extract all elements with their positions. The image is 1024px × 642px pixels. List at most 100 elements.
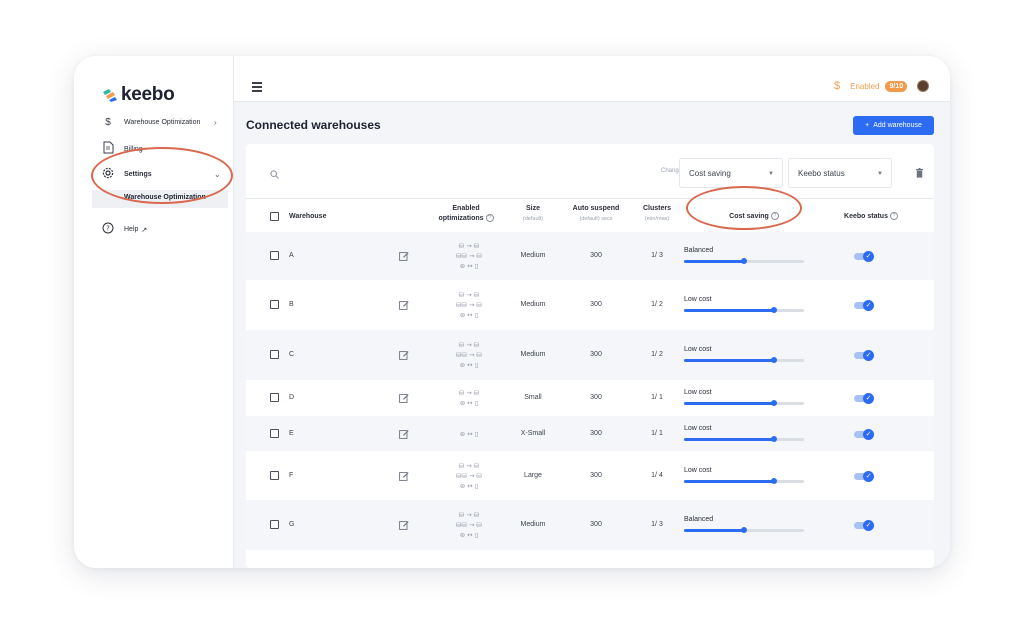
table-row[interactable]: B ⛁ → ⛁ ⛁⛁ → ⛁ ⊜ ↔ ▯ Medium 300 1/ 2 Low c… <box>246 280 934 330</box>
edit-icon[interactable] <box>399 300 409 310</box>
row-checkbox[interactable] <box>270 251 279 260</box>
warehouse-name: E <box>289 429 294 437</box>
header-clusters[interactable]: Clusters (min/max) <box>634 204 680 224</box>
enabled-count-badge: 9/10 <box>885 80 908 92</box>
cost-saving-slider-fill <box>684 402 774 405</box>
cost-saving-slider[interactable] <box>684 258 804 264</box>
table-row[interactable]: G ⛁ → ⛁ ⛁⛁ → ⛁ ⊜ ↔ ▯ Medium 300 1/ 3 Balan… <box>246 500 934 550</box>
header-clusters-sub: (min/max) <box>644 216 670 222</box>
header-size[interactable]: Size (default) <box>510 204 556 224</box>
size-value: Medium <box>520 301 546 308</box>
cost-saving-slider-handle[interactable] <box>771 477 777 484</box>
cost-saving-label: Balanced <box>684 247 714 254</box>
brand-logo[interactable]: keebo <box>102 84 175 106</box>
keebo-status-toggle[interactable]: ✓ <box>854 300 874 311</box>
row-checkbox[interactable] <box>270 300 279 309</box>
row-checkbox[interactable] <box>270 520 279 529</box>
help-icon[interactable]: ? <box>889 212 898 221</box>
cost-saving-slider-handle[interactable] <box>771 357 777 363</box>
external-link-icon: ↗ <box>141 226 148 234</box>
keebo-status-toggle[interactable]: ✓ <box>854 350 874 361</box>
header-enabled: Enabled <box>452 205 480 212</box>
sidebar-item-billing[interactable]: Billing <box>100 141 143 157</box>
cost-saving-slider-handle[interactable] <box>771 435 777 442</box>
edit-icon[interactable] <box>399 350 409 360</box>
header-auto-suspend-sub: (default) secs <box>579 216 613 222</box>
size-value: X-Small <box>520 429 546 437</box>
cost-saving-slider-handle[interactable] <box>741 258 747 264</box>
clusters-value: 1/ 4 <box>651 471 663 479</box>
cost-saving-slider[interactable] <box>684 477 804 484</box>
table-row[interactable]: A ⛁ → ⛁ ⛁⛁ → ⛁ ⊜ ↔ ▯ Medium 300 1/ 3 Balan… <box>246 232 934 280</box>
auto-suspend-value: 300 <box>590 521 602 528</box>
cost-saving-slider-handle[interactable] <box>741 527 747 533</box>
edit-icon[interactable] <box>399 471 409 481</box>
chevron-right-icon: › <box>214 118 217 127</box>
enabled-optimizations: ⛁ → ⛁ ⊜ ↔ ▯ <box>446 388 492 408</box>
table-row[interactable]: D ⛁ → ⛁ ⊜ ↔ ▯ Small 300 1/ 1 Low cost ✓ <box>246 380 934 416</box>
cost-saving-slider[interactable] <box>684 357 804 363</box>
keebo-status-select[interactable]: Keebo status ▼ <box>788 158 892 188</box>
table-row[interactable]: F ⛁ → ⛁ ⛁⛁ → ⛁ ⊜ ↔ ▯ Large 300 1/ 4 Low co… <box>246 451 934 500</box>
gear-icon <box>100 167 116 182</box>
auto-suspend-value: 300 <box>590 429 602 437</box>
edit-icon[interactable] <box>399 393 409 403</box>
table-row[interactable]: C ⛁ → ⛁ ⛁⛁ → ⛁ ⊜ ↔ ▯ Medium 300 1/ 2 Low c… <box>246 330 934 380</box>
warehouses-card: Change Cost saving ▼ Keebo status ▼ Ware… <box>246 144 934 568</box>
optimization-icon-group: ⊜ ↔ ▯ <box>459 311 479 319</box>
dollar-icon: $ <box>105 117 111 128</box>
keebo-status-toggle[interactable]: ✓ <box>854 520 874 531</box>
header-enabled-optimizations: Enabled optimizations? <box>426 204 506 224</box>
menu-icon[interactable] <box>252 82 262 94</box>
cost-saving-slider[interactable] <box>684 307 804 313</box>
trash-icon[interactable] <box>916 168 923 178</box>
sidebar-item-settings[interactable]: Settings ⌄ <box>100 167 221 182</box>
sidebar-item-help[interactable]: ? Help ↗ <box>100 222 147 237</box>
header-cost-saving[interactable]: Cost saving? <box>694 212 814 222</box>
size-value: Medium <box>520 521 546 528</box>
cost-saving-select[interactable]: Cost saving ▼ <box>679 158 783 188</box>
optimization-icon-group: ⛁ → ⛁ <box>458 389 480 397</box>
optimization-icon-group: ⊜ ↔ ▯ <box>459 429 479 438</box>
clusters-value: 1/ 3 <box>651 252 663 259</box>
sidebar-subitem-warehouse-optimization[interactable]: Warehouse Optimization <box>92 190 228 208</box>
header-keebo-status[interactable]: Keebo status? <box>831 212 911 222</box>
keebo-status-toggle[interactable]: ✓ <box>854 251 874 262</box>
select-all-checkbox[interactable] <box>270 212 279 221</box>
header-auto-suspend[interactable]: Auto suspend (default) secs <box>563 204 629 224</box>
add-warehouse-button[interactable]: + Add warehouse <box>853 116 934 135</box>
header-warehouse[interactable]: Warehouse <box>289 212 326 222</box>
size-value: Medium <box>520 252 546 259</box>
caret-down-icon: ▼ <box>877 171 883 177</box>
cost-saving-slider[interactable] <box>684 527 804 533</box>
cost-saving-slider[interactable] <box>684 400 804 406</box>
row-checkbox[interactable] <box>270 470 279 480</box>
cost-saving-slider-handle[interactable] <box>771 400 777 406</box>
keebo-status-toggle[interactable]: ✓ <box>854 470 874 482</box>
add-warehouse-label: Add warehouse <box>873 122 922 129</box>
help-icon[interactable]: ? <box>770 212 779 221</box>
cost-saving-slider-handle[interactable] <box>771 307 777 313</box>
edit-icon[interactable] <box>399 429 409 439</box>
edit-icon[interactable] <box>399 520 409 530</box>
keebo-status-toggle[interactable]: ✓ <box>854 393 874 404</box>
row-checkbox[interactable] <box>270 350 279 359</box>
header-optimizations: optimizations <box>438 215 484 222</box>
enabled-indicator[interactable]: $ Enabled 9/10 <box>834 80 908 92</box>
search-icon[interactable] <box>270 170 279 179</box>
row-checkbox[interactable] <box>270 393 279 402</box>
app-window: keebo $ Warehouse Optimization › Billing… <box>74 56 950 568</box>
check-icon: ✓ <box>863 300 874 311</box>
help-icon[interactable]: ? <box>485 214 494 223</box>
cost-saving-slider-fill <box>684 260 744 263</box>
edit-icon[interactable] <box>399 251 409 261</box>
optimization-icon-group: ⛁ → ⛁ <box>458 461 480 470</box>
sidebar: keebo $ Warehouse Optimization › Billing… <box>74 56 234 568</box>
table-row[interactable]: E ⊜ ↔ ▯ X-Small 300 1/ 1 Low cost ✓ <box>246 416 934 451</box>
row-checkbox[interactable] <box>270 428 279 438</box>
sidebar-item-warehouse-optimization[interactable]: $ Warehouse Optimization › <box>100 117 216 128</box>
cost-saving-slider[interactable] <box>684 435 804 442</box>
optimization-icon-group: ⛁ → ⛁ <box>458 511 480 519</box>
keebo-status-toggle[interactable]: ✓ <box>854 428 874 440</box>
avatar[interactable] <box>917 80 929 92</box>
